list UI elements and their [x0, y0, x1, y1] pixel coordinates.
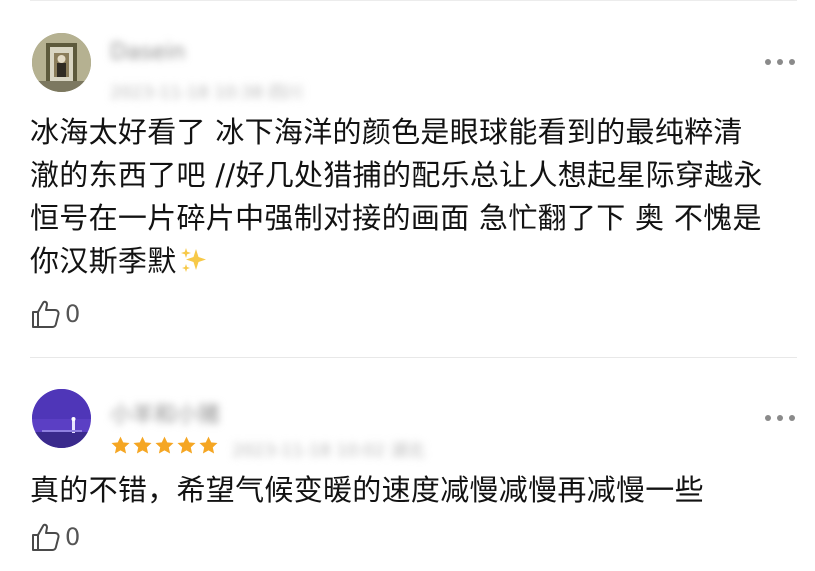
like-count: 0 [65, 300, 81, 328]
comment-text: 真的不错，希望气候变暖的速度减慢减慢再减慢一些 [30, 469, 798, 512]
more-dot-icon [789, 415, 795, 421]
thumbs-up-icon [32, 300, 60, 328]
avatar-image [32, 33, 91, 92]
avatar[interactable] [32, 33, 91, 92]
comment-text: 冰海太好看了 冰下海洋的颜色是眼球能看到的最纯粹清 澈的东西了吧 //好几处猎捕… [30, 111, 798, 283]
like-button[interactable]: 0 [30, 297, 80, 331]
more-dot-icon [765, 415, 771, 421]
comment-item: Dasein 2023-11-18 10:38 四川 冰海太好看了 冰下海洋的颜… [0, 0, 815, 358]
more-dot-icon [789, 59, 795, 65]
comment-text-line: 冰海太好看了 冰下海洋的颜色是眼球能看到的最纯粹清 [30, 115, 743, 149]
timestamp: 2023-11-18 10:02 湖北 [232, 441, 425, 461]
comment-text-segment: 你汉斯季默 [30, 244, 177, 278]
timestamp: 2023-11-18 10:38 四川 [110, 83, 303, 103]
avatar[interactable] [32, 389, 91, 448]
star-icon [177, 436, 196, 454]
comment-text-line: 你汉斯季默 [30, 240, 798, 283]
comment-item: 小羊和小猪 2023-11-18 10:02 湖北 真的不错，希望气候变暖的速度… [0, 358, 815, 571]
more-dot-icon [777, 415, 783, 421]
star-icon [155, 436, 174, 454]
sparkles-icon [180, 248, 206, 272]
more-options-button[interactable] [765, 55, 795, 69]
username[interactable]: Dasein [110, 40, 185, 65]
comment-text-line: 澈的东西了吧 //好几处猎捕的配乐总让人想起星际穿越永 [30, 158, 763, 192]
star-icon [133, 436, 152, 454]
username[interactable]: 小羊和小猪 [110, 397, 220, 429]
more-options-button[interactable] [765, 411, 795, 425]
like-count: 0 [65, 523, 81, 551]
like-button[interactable]: 0 [30, 520, 80, 554]
more-dot-icon [777, 59, 783, 65]
more-dot-icon [765, 59, 771, 65]
comment-text-line: 恒号在一片碎片中强制对接的画面 急忙翻了下 奥 不愧是 [30, 201, 762, 235]
avatar-image [32, 389, 91, 448]
thumbs-up-icon [32, 523, 60, 551]
comment-text-line: 真的不错，希望气候变暖的速度减慢减慢再减慢一些 [30, 473, 704, 507]
star-icon [111, 436, 130, 454]
star-icon [199, 436, 218, 454]
star-rating [110, 435, 219, 456]
